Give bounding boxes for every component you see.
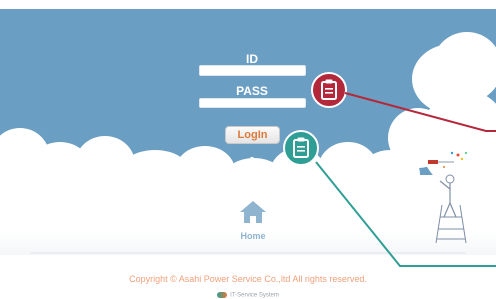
clipboard-icon[interactable] [311,72,347,108]
home-label: Home [240,231,266,241]
id-label: ID [246,52,258,66]
clipboard-icon [321,79,337,100]
system-label: IT-Service System [0,292,496,299]
clipboard-icon[interactable] [283,130,319,166]
home-link[interactable]: Home [230,199,276,241]
clipboard-icon [293,137,309,158]
pass-label: PASS [236,84,268,98]
home-icon [240,201,266,223]
system-text: IT-Service System [230,292,279,299]
painter-illustration [428,151,467,244]
system-logo [217,292,228,298]
plus-icon[interactable] [246,156,258,168]
copyright-text: Copyright © Asahi Power Service Co.,ltd … [129,274,367,284]
divider [30,252,466,254]
top-border [0,0,496,9]
login-button[interactable]: LogIn [225,126,280,144]
pass-input[interactable] [199,98,306,108]
id-input[interactable] [199,65,306,76]
